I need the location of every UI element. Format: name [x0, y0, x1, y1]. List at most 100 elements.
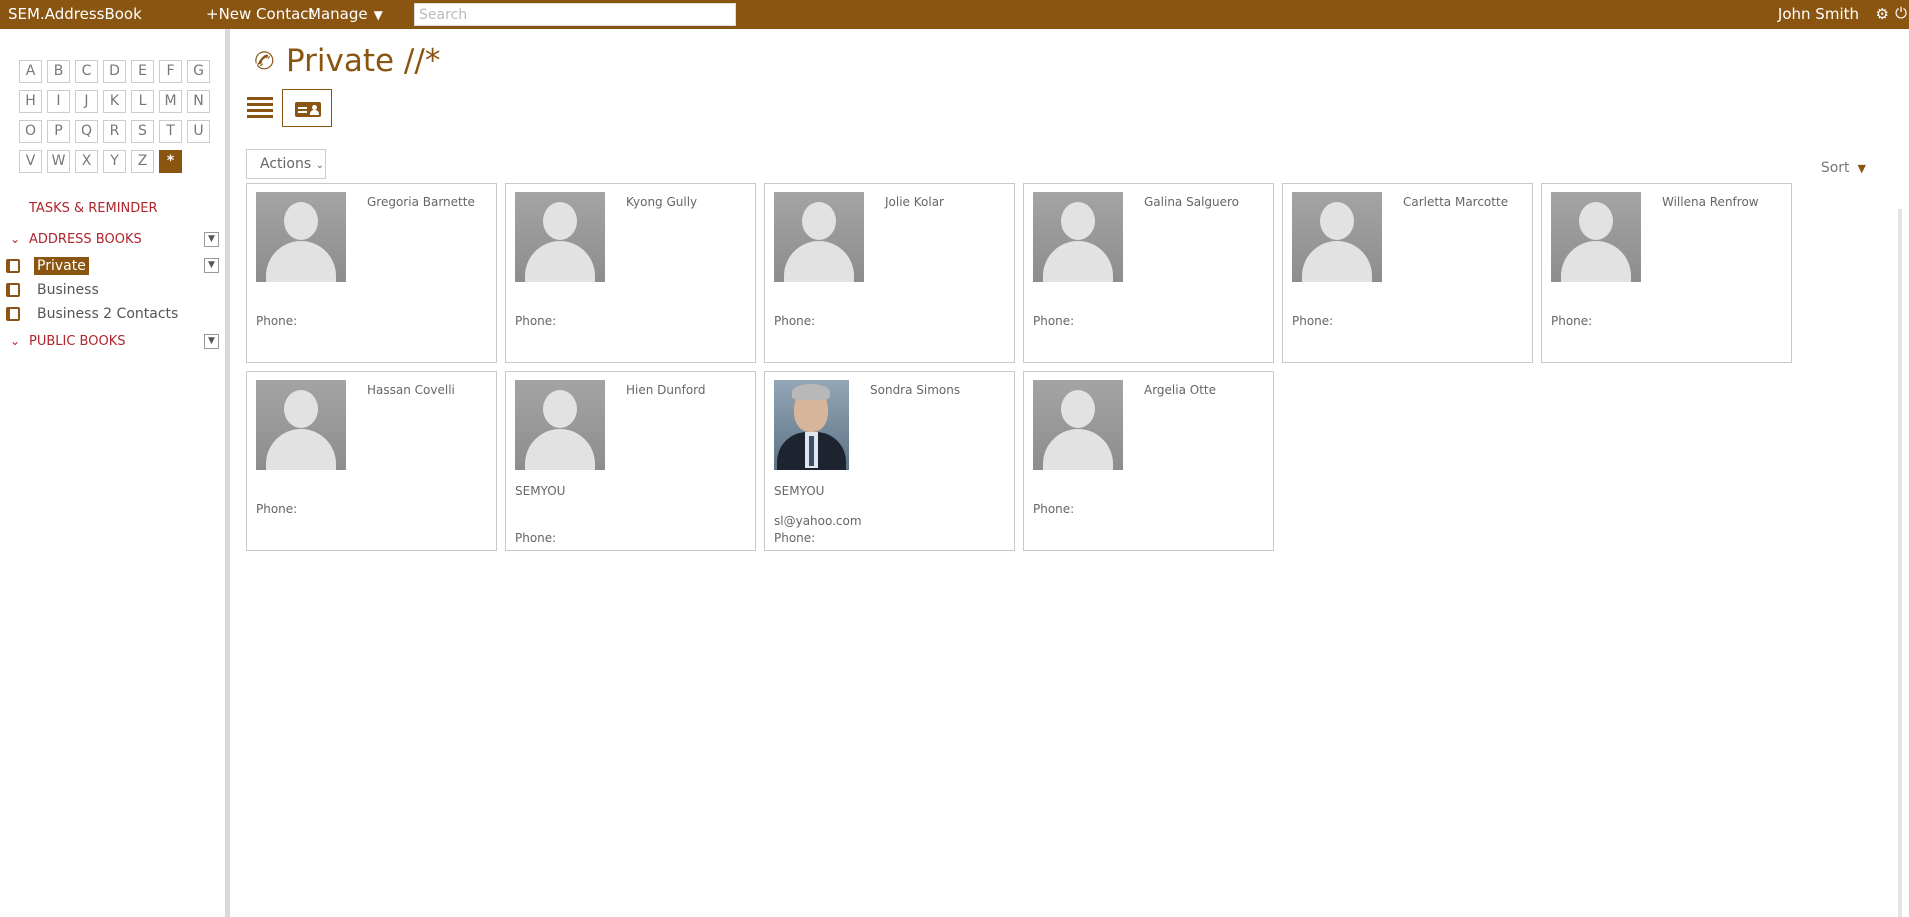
letter-w-button[interactable]: W — [47, 150, 70, 173]
contact-phone: Phone: — [256, 314, 298, 328]
letter-x-button[interactable]: X — [75, 150, 98, 173]
contact-name[interactable]: Galina Salguero — [1144, 195, 1239, 209]
phone-icon: ✆ — [249, 44, 279, 78]
contact-email[interactable]: sl@yahoo.com — [774, 514, 862, 528]
letter-v-button[interactable]: V — [19, 150, 42, 173]
chevron-down-icon: ⌄ — [10, 232, 21, 246]
private-book-dropdown[interactable]: ▼ — [204, 258, 219, 273]
actions-button[interactable]: Actions ⌄ — [246, 149, 326, 179]
contact-card[interactable]: Galina Salguero Phone: — [1023, 183, 1274, 363]
contact-name[interactable]: Hien Dunford — [626, 383, 706, 397]
power-icon[interactable]: ⏻ — [1895, 4, 1907, 22]
sort-button[interactable]: Sort ▼ — [1821, 160, 1866, 176]
contact-phone: Phone: — [1033, 502, 1075, 516]
list-view-button[interactable] — [247, 97, 273, 121]
public-books-dropdown[interactable]: ▼ — [204, 334, 219, 349]
letter-a-button[interactable]: A — [19, 60, 42, 83]
avatar-placeholder-icon — [256, 192, 346, 282]
contact-card[interactable]: Willena Renfrow Phone: — [1541, 183, 1792, 363]
letter-q-button[interactable]: Q — [75, 120, 98, 143]
caret-down-icon: ▼ — [373, 8, 383, 22]
address-books-label: ADDRESS BOOKS — [29, 232, 142, 247]
letter-b-button[interactable]: B — [47, 60, 70, 83]
contact-card[interactable]: Carletta Marcotte Phone: — [1282, 183, 1533, 363]
contact-name[interactable]: Gregoria Barnette — [367, 195, 475, 209]
letter-s-button[interactable]: S — [131, 120, 154, 143]
avatar-placeholder-icon — [1033, 192, 1123, 282]
letter-p-button[interactable]: P — [47, 120, 70, 143]
letter-g-button[interactable]: G — [187, 60, 210, 83]
contact-phone: Phone: — [1033, 314, 1075, 328]
tasks-reminder-link[interactable]: TASKS & REMINDER — [29, 201, 158, 216]
gear-icon[interactable]: ⚙ — [1876, 5, 1889, 23]
letter-u-button[interactable]: U — [187, 120, 210, 143]
avatar-placeholder-icon — [1292, 192, 1382, 282]
public-books-header[interactable]: ⌄ PUBLIC BOOKS — [10, 334, 126, 349]
contact-name[interactable]: Sondra Simons — [870, 383, 960, 397]
address-books-header[interactable]: ⌄ ADDRESS BOOKS — [10, 232, 142, 247]
contact-phone: Phone: — [774, 314, 816, 328]
letter-d-button[interactable]: D — [103, 60, 126, 83]
address-books-dropdown[interactable]: ▼ — [204, 232, 219, 247]
main-content: ✆ Private //* Actions ⌄ Sort ▼ Gregoria B… — [230, 29, 1909, 917]
contact-card[interactable]: Gregoria Barnette Phone: — [246, 183, 497, 363]
letter-c-button[interactable]: C — [75, 60, 98, 83]
alphabet-filter: A B C D E F G H I J K L M N O P Q R S T U V W X Y Z * — [19, 60, 210, 173]
avatar-placeholder-icon — [256, 380, 346, 470]
letter-j-button[interactable]: J — [75, 90, 98, 113]
avatar-placeholder-icon — [774, 192, 864, 282]
contact-name[interactable]: Jolie Kolar — [885, 195, 944, 209]
new-contact-button[interactable]: +New Contact — [206, 5, 314, 23]
card-view-icon — [295, 102, 321, 117]
contact-card[interactable]: Sondra Simons SEMYOU sl@yahoo.com Phone: — [764, 371, 1015, 551]
search-input[interactable] — [414, 3, 736, 26]
letter-all-button[interactable]: * — [159, 150, 182, 173]
contact-name[interactable]: Willena Renfrow — [1662, 195, 1759, 209]
letter-e-button[interactable]: E — [131, 60, 154, 83]
avatar-placeholder-icon — [515, 192, 605, 282]
letter-i-button[interactable]: I — [47, 90, 70, 113]
contact-card[interactable]: Hien Dunford SEMYOU Phone: — [505, 371, 756, 551]
letter-h-button[interactable]: H — [19, 90, 42, 113]
letter-f-button[interactable]: F — [159, 60, 182, 83]
user-name[interactable]: John Smith — [1778, 5, 1859, 23]
letter-k-button[interactable]: K — [103, 90, 126, 113]
contact-phone: Phone: — [774, 531, 816, 545]
contact-phone: Phone: — [1292, 314, 1334, 328]
book-label: Business 2 Contacts — [37, 306, 179, 322]
letter-t-button[interactable]: T — [159, 120, 182, 143]
book-icon — [6, 307, 20, 321]
letter-y-button[interactable]: Y — [103, 150, 126, 173]
scrollbar[interactable] — [1898, 209, 1902, 917]
book-label: Business — [37, 282, 99, 298]
manage-menu[interactable]: Manage ▼ — [308, 5, 383, 23]
contact-card[interactable]: Hassan Covelli Phone: — [246, 371, 497, 551]
contact-name[interactable]: Hassan Covelli — [367, 383, 455, 397]
caret-down-icon: ▼ — [1857, 162, 1866, 175]
contact-company: SEMYOU — [515, 484, 566, 498]
contact-company: SEMYOU — [774, 484, 825, 498]
contact-card[interactable]: Argelia Otte Phone: — [1023, 371, 1274, 551]
contact-name[interactable]: Carletta Marcotte — [1403, 195, 1508, 209]
actions-label: Actions — [260, 156, 312, 172]
contact-phone: Phone: — [515, 314, 557, 328]
book-label: Private — [34, 257, 89, 275]
sidebar: A B C D E F G H I J K L M N O P Q R S T U V W X Y Z * TASKS & REMI… — [0, 29, 225, 917]
card-view-button[interactable] — [282, 89, 332, 127]
contact-card[interactable]: Jolie Kolar Phone: — [764, 183, 1015, 363]
letter-o-button[interactable]: O — [19, 120, 42, 143]
letter-l-button[interactable]: L — [131, 90, 154, 113]
contact-phone: Phone: — [256, 502, 298, 516]
letter-m-button[interactable]: M — [159, 90, 182, 113]
sort-label: Sort — [1820, 160, 1850, 176]
contact-name[interactable]: Kyong Gully — [626, 195, 697, 209]
list-view-icon — [247, 97, 273, 100]
app-brand[interactable]: SEM.AddressBook — [8, 5, 142, 23]
letter-r-button[interactable]: R — [103, 120, 126, 143]
manage-label: Manage — [308, 5, 368, 23]
letter-z-button[interactable]: Z — [131, 150, 154, 173]
contact-name[interactable]: Argelia Otte — [1144, 383, 1216, 397]
letter-n-button[interactable]: N — [187, 90, 210, 113]
chevron-down-icon: ⌄ — [315, 160, 324, 171]
contact-card[interactable]: Kyong Gully Phone: — [505, 183, 756, 363]
